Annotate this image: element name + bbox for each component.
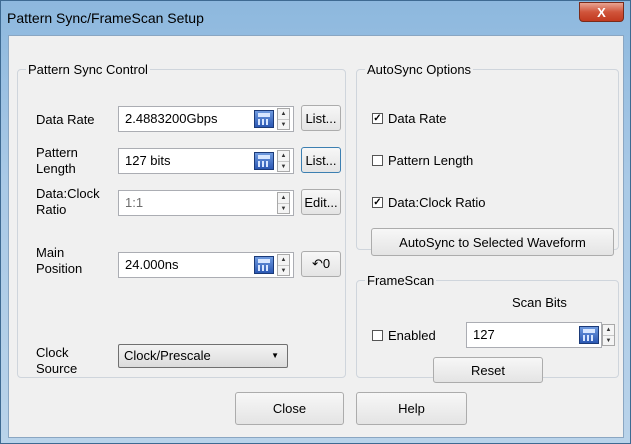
help-button[interactable]: Help xyxy=(356,392,467,425)
title-bar[interactable]: Pattern Sync/FrameScan Setup X xyxy=(1,1,630,35)
data-clock-ratio-spinner[interactable]: ▲ ▼ xyxy=(277,192,290,214)
window-title: Pattern Sync/FrameScan Setup xyxy=(7,10,204,26)
data-rate-list-button[interactable]: List... xyxy=(301,105,341,131)
scan-bits-label: Scan Bits xyxy=(512,295,567,310)
framescan-legend: FrameScan xyxy=(367,273,435,288)
framescan-reset-button[interactable]: Reset xyxy=(433,357,543,383)
pattern-sync-group: Pattern Sync Control Data Rate 2.4883200… xyxy=(17,62,346,378)
main-position-label: Main Position xyxy=(36,245,83,276)
data-clock-ratio-label: Data:Clock Ratio xyxy=(36,186,100,217)
clock-source-value: Clock/Prescale xyxy=(124,348,211,363)
checkbox-checked-icon: ✓ xyxy=(372,197,383,208)
framescan-enabled-checkbox[interactable]: Enabled xyxy=(372,328,436,343)
calculator-icon[interactable] xyxy=(254,152,274,170)
autosync-data-rate-checkbox[interactable]: ✓ Data Rate xyxy=(372,111,447,126)
clock-source-dropdown[interactable]: Clock/Prescale ▼ xyxy=(118,344,288,368)
dialog-body: Pattern Sync Control Data Rate 2.4883200… xyxy=(8,35,624,438)
framescan-group: FrameScan Scan Bits Enabled 127 ▲ ▼ Reset xyxy=(356,273,619,383)
chevron-down-icon: ▼ xyxy=(271,351,279,360)
pattern-length-list-button[interactable]: List... xyxy=(301,147,341,173)
autosync-data-clock-label: Data:Clock Ratio xyxy=(388,195,486,210)
close-button[interactable]: Close xyxy=(235,392,344,425)
autosync-pattern-length-checkbox[interactable]: Pattern Length xyxy=(372,153,473,168)
autosync-pattern-length-label: Pattern Length xyxy=(388,153,474,168)
autosync-waveform-button[interactable]: AutoSync to Selected Waveform xyxy=(371,228,614,256)
autosync-group: AutoSync Options ✓ Data Rate Pattern Len… xyxy=(356,62,619,256)
autosync-legend: AutoSync Options xyxy=(367,62,472,77)
pattern-length-spinner[interactable]: ▲ ▼ xyxy=(277,150,290,172)
data-rate-spinner[interactable]: ▲ ▼ xyxy=(277,108,290,130)
framescan-enabled-label: Enabled xyxy=(388,328,436,343)
clock-source-label: Clock Source xyxy=(36,345,78,376)
autosync-data-rate-label: Data Rate xyxy=(388,111,447,126)
main-position-spinner[interactable]: ▲ ▼ xyxy=(277,254,290,276)
close-icon: X xyxy=(597,4,606,20)
dialog-window: Pattern Sync/FrameScan Setup X Pattern S… xyxy=(0,0,631,444)
scan-bits-spinner[interactable]: ▲ ▼ xyxy=(602,324,615,346)
data-rate-label: Data Rate xyxy=(36,112,95,127)
pattern-length-label: Pattern Length xyxy=(36,145,78,176)
checkbox-unchecked-icon xyxy=(372,330,383,341)
data-clock-ratio-field[interactable]: 1:1 xyxy=(118,190,294,216)
checkbox-unchecked-icon xyxy=(372,155,383,166)
calculator-icon[interactable] xyxy=(254,110,274,128)
calculator-icon[interactable] xyxy=(579,326,599,344)
pattern-sync-legend: Pattern Sync Control xyxy=(28,62,148,77)
reset-position-button[interactable]: ↶0 xyxy=(301,251,341,277)
calculator-icon[interactable] xyxy=(254,256,274,274)
close-window-button[interactable]: X xyxy=(579,2,624,22)
data-clock-edit-button[interactable]: Edit... xyxy=(301,189,341,215)
autosync-data-clock-checkbox[interactable]: ✓ Data:Clock Ratio xyxy=(372,195,486,210)
checkbox-checked-icon: ✓ xyxy=(372,113,383,124)
